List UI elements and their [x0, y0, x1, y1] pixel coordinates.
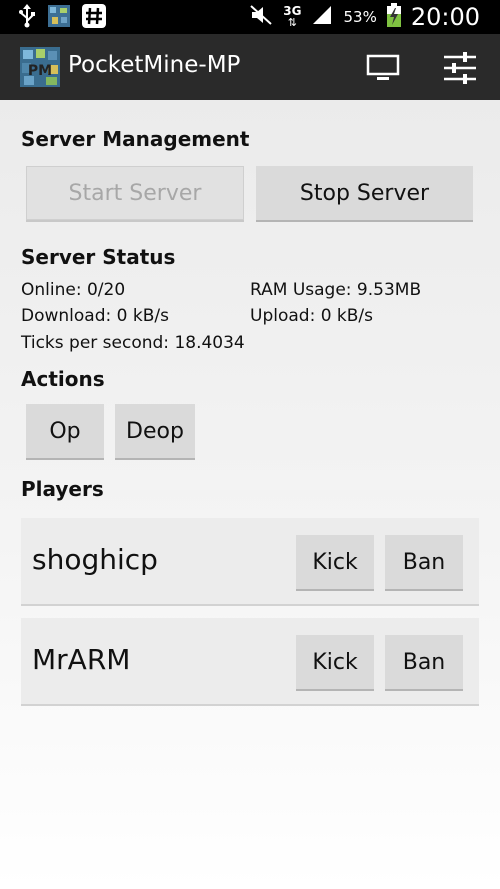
mute-icon	[249, 4, 273, 30]
players-title: Players	[21, 477, 104, 501]
status-bar: 3G ⇅ 53% 20:00	[0, 0, 500, 34]
monitor-icon[interactable]	[366, 54, 400, 86]
hash-icon	[82, 4, 106, 32]
op-button[interactable]: Op	[26, 404, 104, 458]
app-logo-icon: PM	[20, 47, 60, 87]
ban-button[interactable]: Ban	[385, 535, 463, 589]
kick-button[interactable]: Kick	[296, 535, 374, 589]
battery-percent: 53%	[343, 8, 377, 26]
network-type: 3G ⇅	[283, 4, 302, 29]
deop-button[interactable]: Deop	[115, 404, 195, 458]
clock: 20:00	[410, 3, 480, 31]
start-server-button[interactable]: Start Server	[26, 166, 244, 220]
svg-text:PM: PM	[28, 63, 52, 79]
player-row: shoghicp Kick Ban	[21, 518, 479, 606]
ticks-per-second: Ticks per second: 18.4034	[21, 333, 245, 353]
ram-usage: RAM Usage: 9.53MB	[250, 280, 422, 300]
upload-rate: Upload: 0 kB/s	[250, 306, 374, 326]
player-name: shoghicp	[32, 543, 158, 576]
usb-icon	[18, 4, 36, 32]
app-title: PocketMine-MP	[68, 52, 241, 78]
server-management-title: Server Management	[21, 127, 250, 151]
kick-button[interactable]: Kick	[296, 635, 374, 689]
actions-title: Actions	[21, 367, 105, 391]
battery-charging-icon	[386, 3, 401, 31]
server-status-title: Server Status	[21, 245, 176, 269]
ban-button[interactable]: Ban	[385, 635, 463, 689]
pocketmine-notification-icon	[48, 5, 70, 31]
signal-icon	[311, 4, 333, 30]
download-rate: Download: 0 kB/s	[21, 306, 169, 326]
player-name: MrARM	[32, 643, 131, 676]
sliders-icon[interactable]	[442, 50, 478, 90]
stop-server-button[interactable]: Stop Server	[256, 166, 473, 220]
online-count: Online: 0/20	[21, 280, 126, 300]
action-bar: PM PocketMine-MP	[0, 34, 500, 100]
player-row: MrARM Kick Ban	[21, 618, 479, 706]
